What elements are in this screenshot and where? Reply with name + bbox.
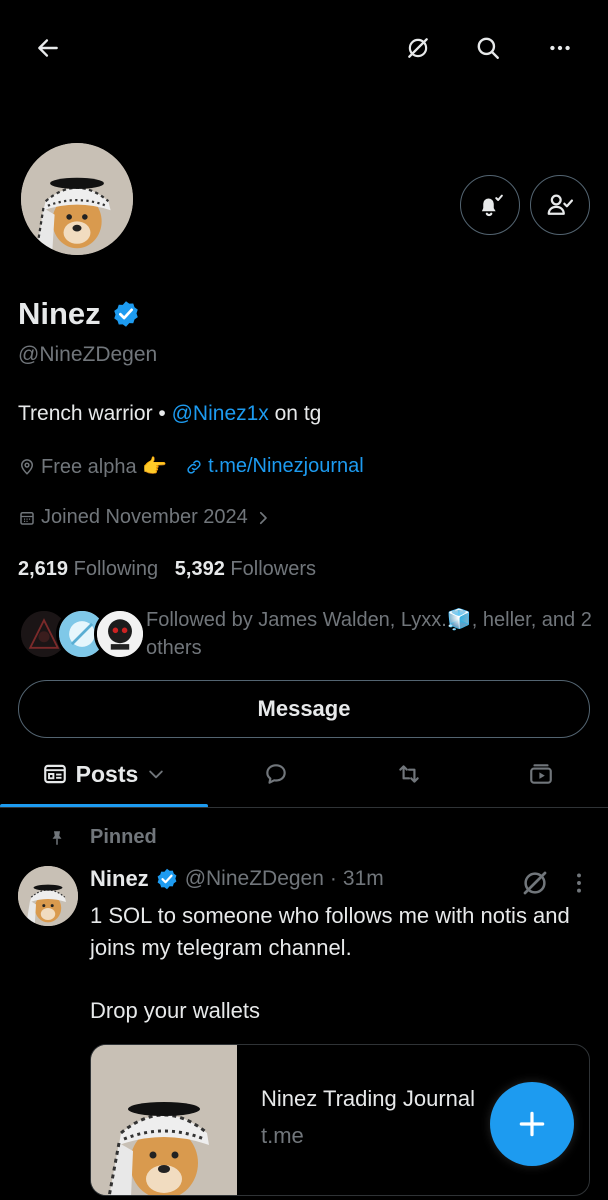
back-button[interactable] [26, 26, 70, 70]
profile-name: Ninez [18, 296, 101, 331]
avatar-image [18, 866, 78, 926]
calendar-icon [20, 511, 34, 525]
followers-stat[interactable]: 5,392 Followers [175, 558, 316, 580]
post-author-handle: @NineZDegen [184, 867, 324, 890]
top-bar [0, 0, 608, 96]
profile-joined[interactable]: Joined November 2024 [18, 506, 277, 529]
avatar-image [21, 143, 133, 255]
verified-icon [113, 301, 138, 327]
post-more-icon[interactable] [566, 868, 592, 898]
followed-by-text: Followed by James Walden, Lyxx.🧊, heller… [146, 609, 592, 659]
profile-bio: Trench warrior • @Ninez1x on tg [18, 402, 321, 426]
posts-icon [43, 764, 66, 784]
grok-button[interactable] [396, 26, 440, 70]
post-header: Ninez @NineZDegen · 31m [90, 866, 384, 892]
followed-by-section[interactable]: Followed by James Walden, Lyxx.🧊, heller… [18, 604, 598, 664]
bio-suffix: on tg [268, 402, 322, 425]
follower-avatar [94, 608, 146, 660]
following-stat[interactable]: 2,619 Following [18, 558, 158, 580]
post-paragraph: Drop your wallets [90, 998, 260, 1023]
post-verified-badge [155, 867, 179, 891]
post-author-name[interactable]: Ninez [90, 866, 149, 892]
location-icon [20, 458, 34, 475]
media-icon [530, 764, 552, 784]
pin-icon [52, 830, 62, 845]
bio-mention-link[interactable]: @Ninez1x [172, 402, 269, 425]
verified-badge[interactable] [111, 299, 141, 329]
pinned-indicator: Pinned [48, 826, 157, 849]
followers-label: Followers [230, 558, 316, 580]
profile-stats: 2,619 Following 5,392 Followers [18, 558, 316, 581]
repost-icon [399, 765, 419, 783]
profile-tabs: Posts [0, 742, 608, 808]
following-label: Following [73, 558, 159, 580]
plus-icon [519, 1111, 545, 1137]
search-icon [477, 37, 499, 59]
profile-name-row: Ninez [18, 296, 141, 332]
reply-icon [266, 764, 286, 784]
more-icon [550, 45, 570, 51]
tab-media[interactable] [474, 742, 608, 806]
tab-posts[interactable]: Posts [0, 742, 208, 806]
followers-count: 5,392 [174, 558, 225, 580]
link-card-domain: t.me [261, 1123, 304, 1148]
following-user-icon [547, 194, 573, 215]
profile-website-link[interactable]: t.me/Ninezjournal [208, 455, 364, 478]
more-button[interactable] [538, 26, 582, 70]
link-card-image [91, 1045, 237, 1195]
profile-location: Free alpha 👉 [41, 456, 168, 478]
grok-icon[interactable] [520, 868, 550, 898]
post-time: 31m [342, 867, 384, 890]
chevron-right-icon [259, 511, 267, 524]
joined-date: Joined November 2024 [41, 506, 248, 528]
notifications-button[interactable] [460, 175, 520, 235]
bio-text: Trench warrior • [18, 402, 172, 425]
tab-posts-label: Posts [75, 760, 139, 787]
verified-icon [157, 868, 177, 890]
pinned-label: Pinned [90, 826, 157, 848]
chevron-down-icon [149, 770, 164, 779]
post-author-avatar[interactable] [18, 866, 78, 926]
compose-post-button[interactable] [490, 1082, 574, 1166]
search-button[interactable] [466, 26, 510, 70]
grok-icon [408, 38, 428, 58]
back-arrow-icon [38, 39, 58, 57]
link-card-title: Ninez Trading Journal [261, 1086, 476, 1111]
following-button[interactable] [530, 175, 590, 235]
post-separator: · [329, 867, 337, 890]
profile-handle: @NineZDegen [18, 343, 158, 366]
post-paragraph: 1 SOL to someone who follows me with not… [90, 903, 570, 960]
post-body: 1 SOL to someone who follows me with not… [90, 900, 570, 1027]
link-icon [187, 459, 201, 474]
following-count: 2,619 [18, 558, 69, 580]
tab-reposts[interactable] [344, 742, 474, 806]
profile-meta-row: Free alpha 👉 t.me/Ninezjournal [18, 454, 364, 479]
bell-subscribed-icon [481, 194, 503, 217]
tabs-divider [0, 807, 608, 808]
tab-replies[interactable] [208, 742, 344, 806]
profile-avatar[interactable] [18, 140, 136, 258]
message-button[interactable]: Message [18, 680, 590, 738]
